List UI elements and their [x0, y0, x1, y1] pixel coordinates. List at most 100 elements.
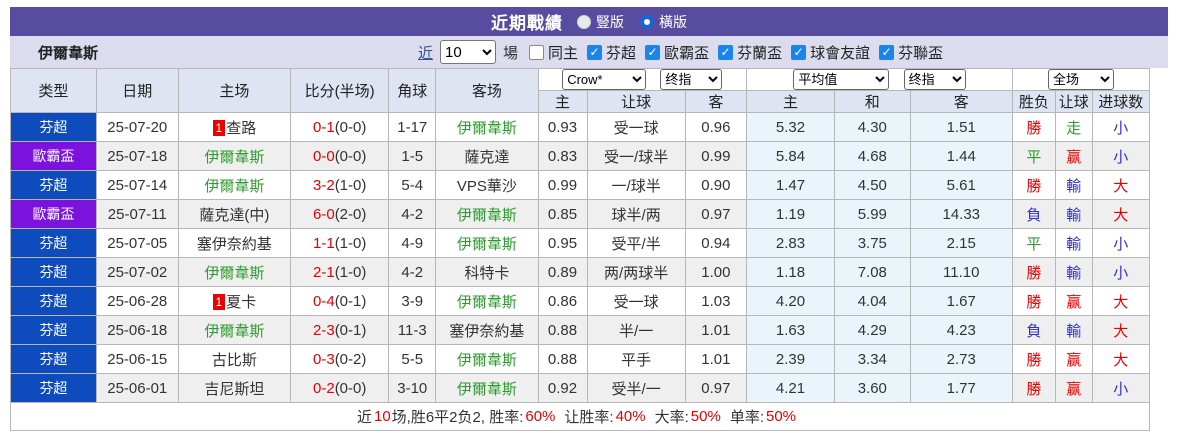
- league-checkbox-2[interactable]: ✓: [718, 44, 734, 60]
- home-team[interactable]: 伊爾韋斯: [177, 315, 292, 345]
- games-label: 場: [503, 44, 519, 62]
- league-checkbox-4[interactable]: ✓: [879, 44, 895, 60]
- away-team[interactable]: 薩克達: [435, 141, 539, 171]
- away-team-name[interactable]: 伊爾韋斯: [457, 207, 517, 224]
- league-checkbox-0[interactable]: ✓: [587, 44, 603, 60]
- result-handicap: 赢: [1054, 344, 1093, 374]
- away-team-name[interactable]: 薩克達: [464, 149, 509, 166]
- away-team[interactable]: 伊爾韋斯: [435, 373, 539, 403]
- match-date: 25-06-18: [95, 315, 179, 345]
- handicap-line: 受一球: [586, 112, 686, 142]
- home-team[interactable]: 1 夏卡: [177, 286, 292, 316]
- radio-unchecked-icon[interactable]: [577, 14, 591, 29]
- average-select[interactable]: 平均值: [793, 69, 890, 90]
- avg-draw-odds: 4.30: [833, 112, 911, 142]
- home-team[interactable]: 1 查路: [177, 112, 292, 142]
- scope-select[interactable]: 全场: [1047, 69, 1114, 90]
- away-team[interactable]: 伊爾韋斯: [435, 228, 539, 258]
- league-badge: 芬超: [10, 373, 97, 403]
- away-team-name[interactable]: VPS華沙: [457, 178, 517, 195]
- away-team-name[interactable]: 伊爾韋斯: [457, 381, 517, 398]
- match-date: 25-07-02: [95, 257, 179, 287]
- filter-bar: 伊爾韋斯 近 10 場 同主 ✓ 芬超 ✓ 歐霸盃 ✓ 芬蘭盃 ✓ 球會友誼 ✓…: [10, 36, 1168, 68]
- average-selects-cell: 平均值 终指: [746, 68, 1013, 91]
- home-team-name[interactable]: 伊爾韋斯: [204, 178, 264, 195]
- radio-horizontal-label: 橫版: [659, 13, 687, 30]
- away-team-name[interactable]: 科特卡: [464, 265, 509, 282]
- fulltime-score: 0-2: [313, 379, 335, 397]
- avg-away-odds: 11.10: [909, 257, 1013, 287]
- league-checkbox-3[interactable]: ✓: [791, 44, 807, 60]
- away-team-name[interactable]: 伊爾韋斯: [457, 294, 517, 311]
- home-team[interactable]: 伊爾韋斯: [177, 170, 292, 200]
- summary-handicap-rate: 40%: [615, 408, 646, 425]
- filters: 近 10 場 同主 ✓ 芬超 ✓ 歐霸盃 ✓ 芬蘭盃 ✓ 球會友誼 ✓ 芬聯盃: [418, 40, 943, 64]
- avg-away-odds: 1.51: [909, 112, 1013, 142]
- near-link[interactable]: 近: [418, 42, 433, 63]
- result-goals: 小: [1091, 228, 1151, 258]
- home-team-name[interactable]: 薩克達(中): [199, 207, 269, 224]
- away-team-name[interactable]: 伊爾韋斯: [457, 236, 517, 253]
- summary-single-rate: 50%: [765, 408, 797, 425]
- league-badge: 歐霸盃: [10, 141, 97, 171]
- match-row: 芬超 25-07-02 伊爾韋斯 2-1(1-0) 4-2 科特卡 0.89 两…: [10, 257, 1151, 287]
- summary-text: 让胜率:: [564, 409, 614, 426]
- home-team[interactable]: 塞伊奈約基: [177, 228, 292, 258]
- same-home-checkbox[interactable]: [529, 44, 545, 60]
- home-team-name[interactable]: 吉尼斯坦: [204, 381, 264, 398]
- result-handicap: 輸: [1054, 170, 1093, 200]
- home-team-name[interactable]: 伊爾韋斯: [204, 149, 264, 166]
- halftime-score: (0-2): [334, 350, 367, 368]
- same-home-label: 同主: [548, 44, 579, 62]
- away-team[interactable]: 伊爾韋斯: [435, 286, 539, 316]
- radio-horizontal-layout[interactable]: 橫版: [640, 12, 687, 32]
- halftime-score: (0-0): [334, 118, 367, 136]
- away-team-name[interactable]: 伊爾韋斯: [457, 120, 517, 137]
- handicap-home-odds: 0.86: [537, 286, 588, 316]
- fulltime-score: 6-0: [313, 205, 335, 223]
- avg-away-odds: 5.61: [909, 170, 1013, 200]
- result-wdl: 負: [1011, 199, 1056, 229]
- odds-stage-select[interactable]: 终指: [660, 69, 723, 90]
- team-name: 伊爾韋斯: [38, 44, 99, 62]
- score: 1-1(1-0): [290, 228, 390, 258]
- home-team[interactable]: 吉尼斯坦: [177, 373, 292, 403]
- away-team[interactable]: 科特卡: [435, 257, 539, 287]
- home-team[interactable]: 伊爾韋斯: [177, 257, 292, 287]
- away-team[interactable]: 塞伊奈約基: [435, 315, 539, 345]
- away-team[interactable]: 伊爾韋斯: [435, 112, 539, 142]
- result-goals: 小: [1091, 373, 1151, 403]
- odds-company-select[interactable]: Crow*: [562, 69, 647, 90]
- corner-score: 11-3: [388, 315, 437, 345]
- result-wdl: 勝: [1011, 170, 1056, 200]
- away-team[interactable]: VPS華沙: [435, 170, 539, 200]
- radio-vertical-layout[interactable]: 豎版: [577, 12, 624, 32]
- avg-home-odds: 1.18: [746, 257, 835, 287]
- home-team-name[interactable]: 查路: [226, 120, 256, 137]
- home-team-name[interactable]: 塞伊奈約基: [197, 236, 272, 253]
- halftime-score: (1-0): [334, 234, 367, 252]
- away-team[interactable]: 伊爾韋斯: [435, 344, 539, 374]
- match-count-select[interactable]: 10: [440, 40, 497, 64]
- avg-away-odds: 14.33: [909, 199, 1013, 229]
- average-stage-select[interactable]: 终指: [903, 69, 966, 90]
- home-team-name[interactable]: 伊爾韋斯: [204, 323, 264, 340]
- avg-home-odds: 5.84: [746, 141, 835, 171]
- avg-draw-odds: 4.29: [833, 315, 911, 345]
- match-row: 芬超 25-07-05 塞伊奈約基 1-1(1-0) 4-9 伊爾韋斯 0.95…: [10, 228, 1151, 258]
- home-team[interactable]: 伊爾韋斯: [177, 141, 292, 171]
- home-team[interactable]: 薩克達(中): [177, 199, 292, 229]
- summary-win-rate: 60%: [525, 408, 556, 425]
- league-checkbox-1[interactable]: ✓: [645, 44, 661, 60]
- league-badge: 歐霸盃: [10, 199, 97, 229]
- result-handicap: 赢: [1054, 373, 1093, 403]
- radio-checked-icon[interactable]: [640, 14, 654, 29]
- avg-away-odds: 2.73: [909, 344, 1013, 374]
- home-team-name[interactable]: 夏卡: [226, 294, 256, 311]
- home-team-name[interactable]: 古比斯: [212, 352, 257, 369]
- home-team-name[interactable]: 伊爾韋斯: [204, 265, 264, 282]
- away-team-name[interactable]: 伊爾韋斯: [457, 352, 517, 369]
- away-team-name[interactable]: 塞伊奈約基: [449, 323, 524, 340]
- away-team[interactable]: 伊爾韋斯: [435, 199, 539, 229]
- home-team[interactable]: 古比斯: [177, 344, 292, 374]
